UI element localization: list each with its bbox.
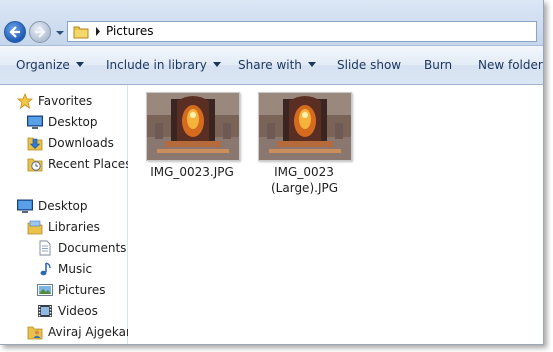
folder-icon <box>73 26 89 39</box>
navigation-pane: Favorites Desktop Downloads Recent Place… <box>0 85 132 344</box>
new-folder-label: New folder <box>478 58 543 72</box>
include-in-library-label: Include in library <box>106 58 207 72</box>
pictures-icon <box>37 284 53 296</box>
slide-show-button[interactable]: Slide show <box>337 58 401 72</box>
slide-show-label: Slide show <box>337 58 402 72</box>
music-label: Music <box>58 262 93 276</box>
command-toolbar: Organize Include in library Share with S… <box>0 46 543 85</box>
explorer-window: Pictures Organize Include in library Sha… <box>0 0 544 345</box>
documents-label: Documents <box>58 241 127 255</box>
organize-button[interactable]: Organize <box>16 58 84 72</box>
forward-button[interactable] <box>29 21 51 43</box>
libraries-label: Libraries <box>48 220 100 234</box>
user-folder-icon <box>27 326 43 340</box>
organize-label: Organize <box>16 58 70 72</box>
back-arrow-icon <box>9 26 20 38</box>
file-list: IMG_0023.JPG IMG_0023 (Large).JPG <box>128 85 543 344</box>
star-icon <box>17 93 33 109</box>
documents-icon <box>39 240 51 256</box>
burn-button[interactable]: Burn <box>424 58 452 72</box>
downloads-icon <box>27 137 43 151</box>
back-button[interactable] <box>4 21 26 43</box>
file-name[interactable]: IMG_0023 (Large).JPG <box>249 164 359 196</box>
recent-places-icon <box>27 158 43 172</box>
desktop-icon <box>17 199 33 213</box>
desktop-root-label: Desktop <box>38 199 88 213</box>
video-film-icon <box>38 305 52 317</box>
forward-arrow-icon <box>35 26 46 38</box>
address-bar-area: Pictures <box>0 0 543 46</box>
breadcrumb-pictures[interactable]: Pictures <box>106 24 154 38</box>
burn-label: Burn <box>424 58 453 72</box>
share-with-label: Share with <box>238 58 302 72</box>
chevron-down-icon <box>75 62 84 67</box>
videos-label: Videos <box>58 304 98 318</box>
desktop-label: Desktop <box>48 115 98 129</box>
favorites-label: Favorites <box>38 94 93 108</box>
photo-thumbnail-icon[interactable] <box>146 92 240 161</box>
desktop-icon <box>27 115 43 129</box>
user-folder-label: Aviraj Ajgekar <box>48 325 131 339</box>
recent-places-label: Recent Places <box>48 157 132 171</box>
address-box[interactable]: Pictures <box>67 21 537 42</box>
photo-thumbnail-icon[interactable] <box>258 92 352 161</box>
recent-pages-dropdown-icon[interactable] <box>56 29 64 37</box>
chevron-down-icon <box>307 62 316 67</box>
share-with-button[interactable]: Share with <box>238 58 316 72</box>
chevron-down-icon <box>212 62 221 67</box>
file-name[interactable]: IMG_0023.JPG <box>137 164 247 180</box>
music-note-icon <box>40 262 51 276</box>
downloads-label: Downloads <box>48 136 114 150</box>
include-in-library-button[interactable]: Include in library <box>106 58 221 72</box>
pictures-label: Pictures <box>58 283 106 297</box>
libraries-icon <box>27 220 43 235</box>
breadcrumb-separator-icon[interactable] <box>94 27 102 36</box>
new-folder-button[interactable]: New folder <box>478 58 543 72</box>
